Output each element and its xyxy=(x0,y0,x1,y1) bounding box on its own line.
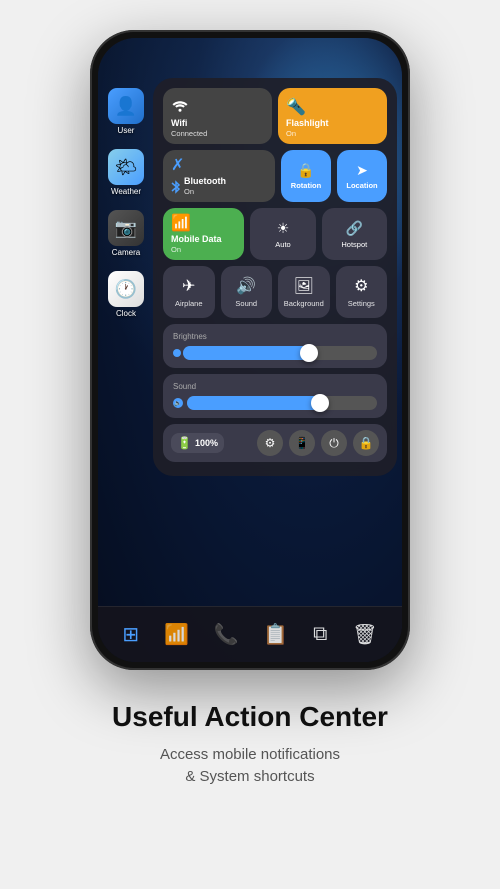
app-icon-user[interactable]: 👤 User xyxy=(108,88,144,135)
app-icon-camera[interactable]: 📷 Camera xyxy=(108,210,144,257)
settings-icon: ⚙ xyxy=(354,276,368,296)
lock-status-button[interactable]: 🔒 xyxy=(353,430,379,456)
location-label: Location xyxy=(346,181,377,190)
left-apps: 👤 User 🌤 Weather 📷 Camera 🕐 Clock xyxy=(108,88,144,318)
mobile-data-status: On xyxy=(171,245,181,254)
bluetooth-icon: ✗ xyxy=(171,155,184,175)
clock-app-icon: 🕐 xyxy=(108,271,144,307)
wifi-label: Wifi xyxy=(171,119,187,129)
weather-app-label: Weather xyxy=(111,187,141,196)
airplane-label: Airplane xyxy=(175,299,203,308)
footer-subtitle: Access mobile notifications& System shor… xyxy=(112,744,388,789)
cc-row-3: 📶 Mobile Data On ☀ Auto 🔗 Hotspot xyxy=(163,208,387,260)
sound-track[interactable] xyxy=(187,396,377,410)
sound-icon: 🔊 xyxy=(236,276,256,296)
hotspot-icon: 🔗 xyxy=(346,220,363,237)
dock-trash[interactable]: 🗑 xyxy=(352,622,377,647)
brightness-label: Brightnes xyxy=(173,332,377,341)
settings-status-button[interactable]: ⚙ xyxy=(257,430,283,456)
wifi-tile[interactable]: Wifi Connected xyxy=(163,88,272,144)
screen-record-button[interactable]: 📱 xyxy=(289,430,315,456)
dock-signal[interactable]: 📶 xyxy=(164,622,189,647)
hotspot-label: Hotspot xyxy=(341,240,367,249)
camera-app-label: Camera xyxy=(112,248,140,257)
user-app-label: User xyxy=(118,126,135,135)
sound-tile-label: Sound xyxy=(235,299,257,308)
sound-fill xyxy=(187,396,320,410)
airplane-tile[interactable]: ✈ Airplane xyxy=(163,266,215,318)
sound-tile[interactable]: 🔊 Sound xyxy=(221,266,273,318)
battery-icon: 🔋 xyxy=(177,436,192,450)
cc-row-1: Wifi Connected 🔦 Flashlight On xyxy=(163,88,387,144)
status-buttons: ⚙ 📱 ⏻ 🔒 xyxy=(257,430,379,456)
brightness-section: Brightnes xyxy=(163,324,387,368)
battery-badge: 🔋 100% xyxy=(171,433,224,453)
mobile-data-icon: 📶 xyxy=(171,213,191,233)
app-icon-weather[interactable]: 🌤 Weather xyxy=(108,149,144,196)
hotspot-tile[interactable]: 🔗 Hotspot xyxy=(322,208,387,260)
auto-label: Auto xyxy=(275,240,290,249)
phone-wrapper: 👤 User 🌤 Weather 📷 Camera 🕐 Clock xyxy=(90,30,410,670)
rotation-icon: 🔒 xyxy=(297,162,314,179)
control-center: Wifi Connected 🔦 Flashlight On ✗ xyxy=(153,78,397,476)
phone-dock: ⊞ 📶 📞 📋 ⧉ 🗑 xyxy=(98,606,402,662)
clock-app-label: Clock xyxy=(116,309,136,318)
dock-multitask[interactable]: ⧉ xyxy=(313,623,327,646)
phone-frame: 👤 User 🌤 Weather 📷 Camera 🕐 Clock xyxy=(90,30,410,670)
mobile-data-tile[interactable]: 📶 Mobile Data On xyxy=(163,208,244,260)
dock-phone[interactable]: 📞 xyxy=(214,622,239,647)
app-icon-clock[interactable]: 🕐 Clock xyxy=(108,271,144,318)
wifi-icon xyxy=(171,98,189,117)
battery-percentage: 100% xyxy=(195,438,218,448)
power-status-button[interactable]: ⏻ xyxy=(321,430,347,456)
auto-tile[interactable]: ☀ Auto xyxy=(250,208,315,260)
mobile-data-label: Mobile Data xyxy=(171,235,222,245)
wifi-status: Connected xyxy=(171,129,207,138)
settings-label: Settings xyxy=(348,299,375,308)
page-footer: Useful Action Center Access mobile notif… xyxy=(72,700,428,829)
sound-section: Sound 🔉 xyxy=(163,374,387,418)
phone-screen: 👤 User 🌤 Weather 📷 Camera 🕐 Clock xyxy=(98,38,402,662)
rotation-tile[interactable]: 🔒 Rotation xyxy=(281,150,331,202)
brightness-track[interactable] xyxy=(183,346,377,360)
camera-app-icon: 📷 xyxy=(108,210,144,246)
flashlight-label: Flashlight xyxy=(286,119,329,129)
background-tile[interactable]: 🖼 Background xyxy=(278,266,330,318)
dock-notes[interactable]: 📋 xyxy=(263,622,288,647)
location-icon: ➤ xyxy=(356,162,368,179)
sound-thumb[interactable] xyxy=(311,394,329,412)
background-icon: 🖼 xyxy=(294,276,314,296)
dock-finder[interactable]: ⊞ xyxy=(122,622,139,647)
flashlight-status: On xyxy=(286,129,296,138)
location-tile[interactable]: ➤ Location xyxy=(337,150,387,202)
bluetooth-label: Bluetooth xyxy=(184,177,226,187)
flashlight-icon: 🔦 xyxy=(286,97,306,117)
settings-tile[interactable]: ⚙ Settings xyxy=(336,266,388,318)
cc-row-4: ✈ Airplane 🔊 Sound 🖼 Background ⚙ Settin… xyxy=(163,266,387,318)
airplane-icon: ✈ xyxy=(182,276,195,296)
bluetooth-tile[interactable]: ✗ Bluetooth On xyxy=(163,150,275,202)
user-app-icon: 👤 xyxy=(108,88,144,124)
status-row: 🔋 100% ⚙ 📱 ⏻ 🔒 xyxy=(163,424,387,462)
background-label: Background xyxy=(284,299,324,308)
sound-slider-row: 🔉 xyxy=(173,396,377,410)
rotation-label: Rotation xyxy=(291,181,321,190)
footer-title: Useful Action Center xyxy=(112,700,388,734)
brightness-thumb[interactable] xyxy=(300,344,318,362)
flashlight-tile[interactable]: 🔦 Flashlight On xyxy=(278,88,387,144)
weather-app-icon: 🌤 xyxy=(108,149,144,185)
cc-row-2: ✗ Bluetooth On 🔒 R xyxy=(163,150,387,202)
sound-label: Sound xyxy=(173,382,377,391)
brightness-slider-row xyxy=(173,346,377,360)
auto-brightness-icon: ☀ xyxy=(277,220,290,237)
brightness-fill xyxy=(183,346,309,360)
bluetooth-status: On xyxy=(184,187,226,196)
